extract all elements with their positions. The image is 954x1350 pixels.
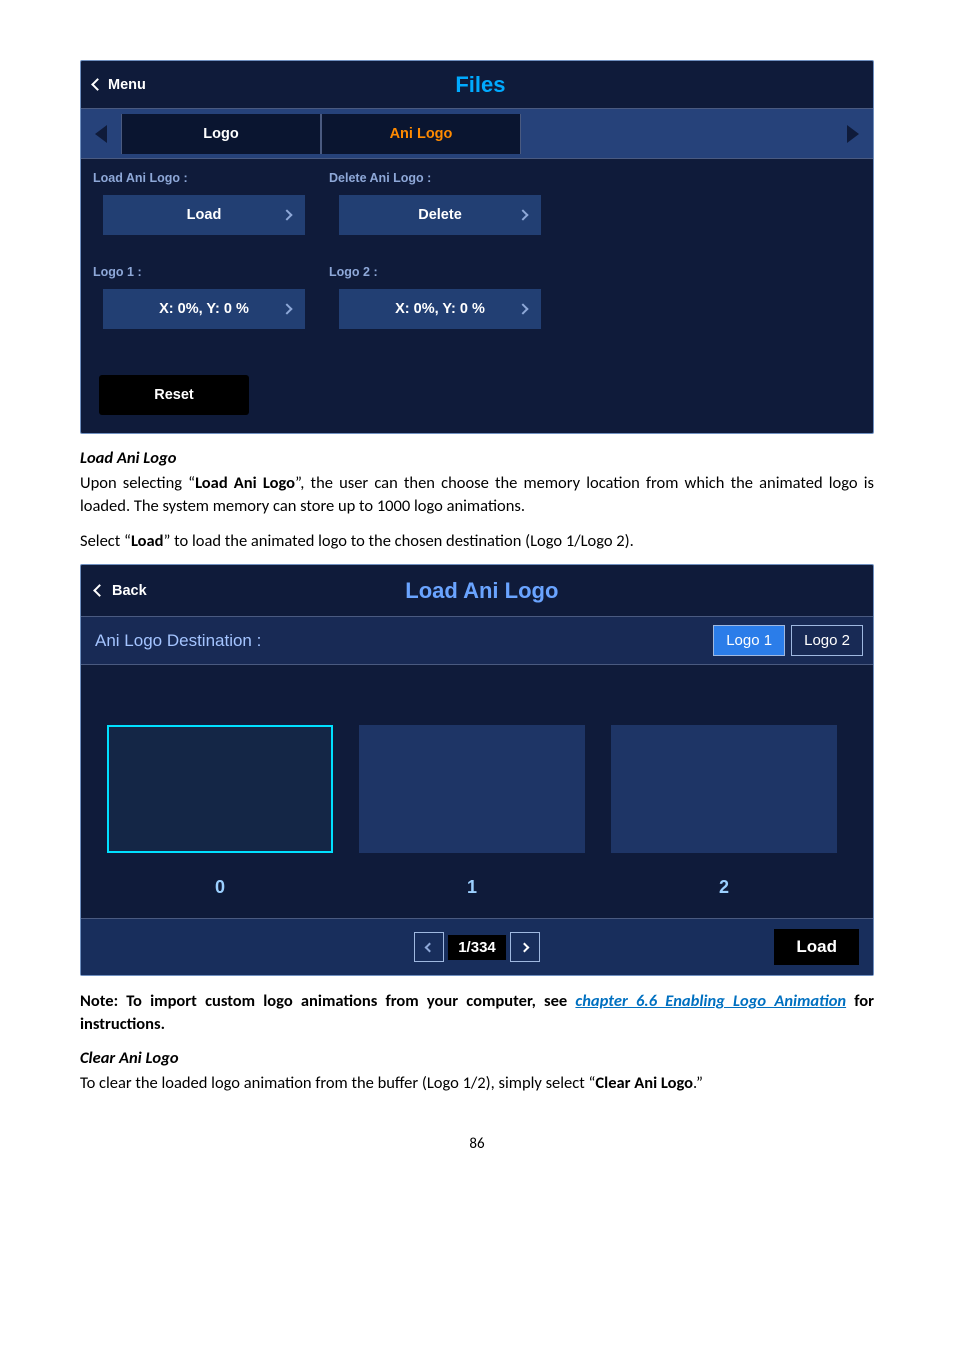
destination-row: Ani Logo Destination : Logo 1 Logo 2 xyxy=(81,617,873,665)
files-menu-panel: Menu Files Logo Ani Logo Load Ani Logo :… xyxy=(80,60,874,434)
tab-ani-logo[interactable]: Ani Logo xyxy=(321,114,521,154)
thumbnail-labels: 0 1 2 xyxy=(81,873,873,919)
panel2-title: Load Ani Logo xyxy=(161,578,803,604)
para-1: Upon selecting “Load Ani Logo”, the user… xyxy=(80,472,874,518)
load-ani-logo-panel: Back Load Ani Logo Ani Logo Destination … xyxy=(80,564,874,976)
logo1-value-text: X: 0%, Y: 0 % xyxy=(159,301,249,317)
pager: 1/334 xyxy=(414,932,540,962)
cell-delete: Delete Ani Logo : Delete xyxy=(317,159,553,253)
chevron-left-icon xyxy=(93,584,106,597)
delete-button-text: Delete xyxy=(418,207,462,223)
heading-load-ani-logo: Load Ani Logo xyxy=(80,448,874,468)
chevron-right-icon xyxy=(520,942,530,952)
load-confirm-text: Load xyxy=(796,937,837,956)
thumbnail-label-0: 0 xyxy=(107,877,333,898)
thumbnail-label-1: 1 xyxy=(359,877,585,898)
tab-prev-icon[interactable] xyxy=(95,125,107,143)
logo2-value-text: X: 0%, Y: 0 % xyxy=(395,301,485,317)
reset-button[interactable]: Reset xyxy=(99,375,249,415)
destination-label: Ani Logo Destination : xyxy=(91,631,261,651)
tab-next-icon[interactable] xyxy=(847,125,859,143)
reset-button-text: Reset xyxy=(154,387,194,403)
pager-prev[interactable] xyxy=(414,932,444,962)
delete-button[interactable]: Delete xyxy=(339,195,541,235)
logo1-value[interactable]: X: 0%, Y: 0 % xyxy=(103,289,305,329)
delete-ani-label: Delete Ani Logo : xyxy=(329,171,541,185)
load-ani-label: Load Ani Logo : xyxy=(93,171,305,185)
logo2-label: Logo 2 : xyxy=(329,265,541,279)
chevron-right-icon xyxy=(281,209,292,220)
destination-logo1[interactable]: Logo 1 xyxy=(713,625,785,656)
cell-load: Load Ani Logo : Load xyxy=(81,159,317,253)
chevron-left-icon xyxy=(424,942,434,952)
page-indicator: 1/334 xyxy=(448,935,506,960)
chevron-left-icon xyxy=(91,78,104,91)
tab-logo[interactable]: Logo xyxy=(121,114,321,154)
chevron-right-icon xyxy=(517,209,528,220)
pager-next[interactable] xyxy=(510,932,540,962)
thumbnail-2[interactable] xyxy=(611,725,837,853)
menu-back-button[interactable]: Menu xyxy=(81,77,158,93)
load-confirm-button[interactable]: Load xyxy=(774,929,859,965)
reset-row: Reset xyxy=(81,361,873,433)
load-button[interactable]: Load xyxy=(103,195,305,235)
page-number: 86 xyxy=(80,1135,874,1153)
heading-clear-ani-logo: Clear Ani Logo xyxy=(80,1048,874,1068)
note-para: Note: To import custom logo animations f… xyxy=(80,990,874,1036)
load-button-text: Load xyxy=(187,207,222,223)
panel2-top: Back Load Ani Logo xyxy=(81,565,873,617)
tab-row: Logo Ani Logo xyxy=(81,109,873,159)
logo1-label: Logo 1 : xyxy=(93,265,305,279)
logo2-value[interactable]: X: 0%, Y: 0 % xyxy=(339,289,541,329)
para-2: Select “Load” to load the animated logo … xyxy=(80,530,874,553)
para-3: To clear the loaded logo animation from … xyxy=(80,1072,874,1095)
thumbnail-row xyxy=(81,665,873,873)
thumbnail-1[interactable] xyxy=(359,725,585,853)
menu-label: Menu xyxy=(108,77,146,93)
thumbnail-0[interactable] xyxy=(107,725,333,853)
panel1-top-row: Menu Files xyxy=(81,61,873,109)
cell-logo2: Logo 2 : X: 0%, Y: 0 % xyxy=(317,253,553,347)
chevron-right-icon xyxy=(281,303,292,314)
row-load-delete: Load Ani Logo : Load Delete Ani Logo : D… xyxy=(81,159,873,253)
chevron-right-icon xyxy=(517,303,528,314)
cell-logo1: Logo 1 : X: 0%, Y: 0 % xyxy=(81,253,317,347)
files-title: Files xyxy=(158,72,803,98)
pager-row: 1/334 Load xyxy=(81,919,873,975)
thumbnail-label-2: 2 xyxy=(611,877,837,898)
back-label: Back xyxy=(112,583,147,599)
link-chapter-6-6[interactable]: chapter 6.6 Enabling Logo Animation xyxy=(575,991,846,1011)
back-button[interactable]: Back xyxy=(81,583,161,599)
destination-logo2[interactable]: Logo 2 xyxy=(791,625,863,656)
row-logo-positions: Logo 1 : X: 0%, Y: 0 % Logo 2 : X: 0%, Y… xyxy=(81,253,873,347)
